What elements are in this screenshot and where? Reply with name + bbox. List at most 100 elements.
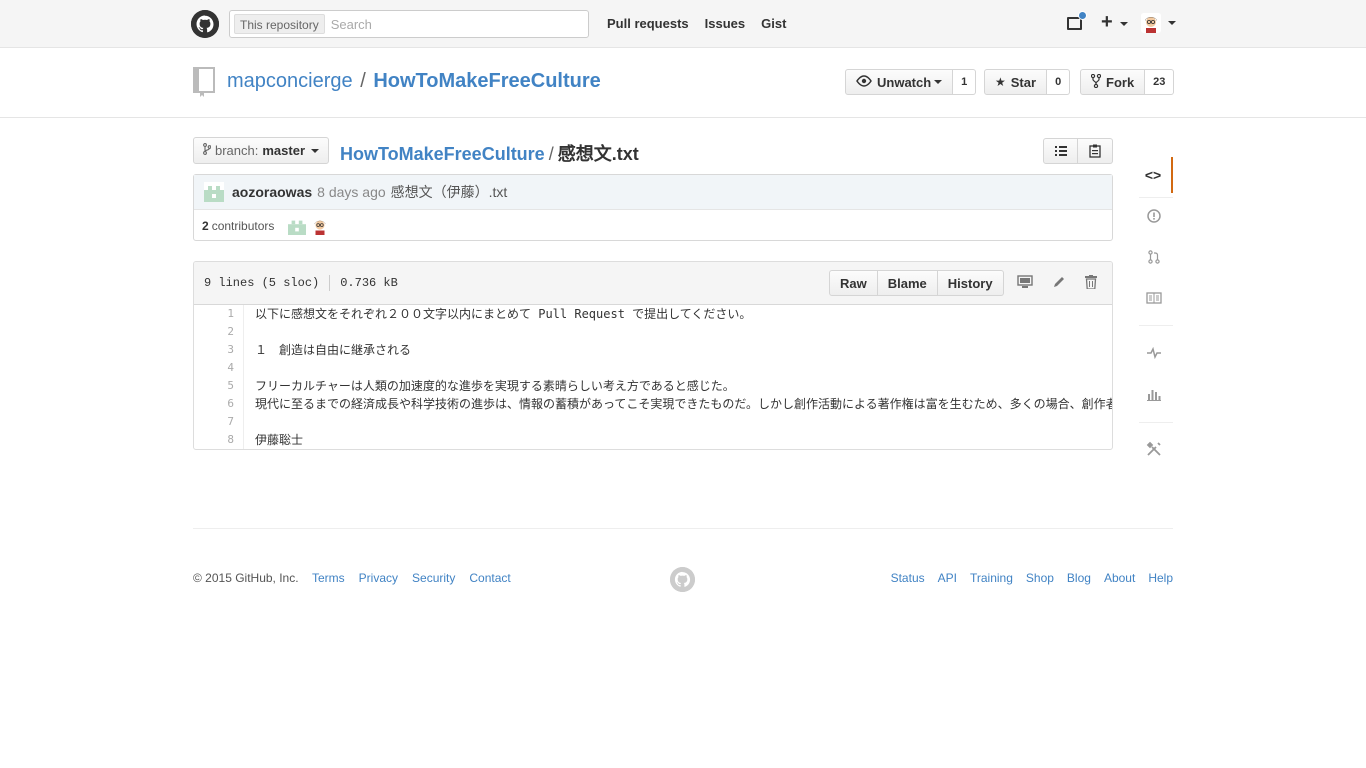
nav-pull-requests[interactable]: Pull requests	[607, 16, 689, 31]
latest-commit: aozoraowas 8 days ago 感想文（伊藤）.txt	[194, 175, 1112, 210]
history-button[interactable]: History	[937, 270, 1004, 296]
site-header: This repository Pull requests Issues Gis…	[0, 0, 1366, 48]
github-logo-icon[interactable]	[191, 10, 219, 38]
footer-link-training[interactable]: Training	[970, 571, 1013, 585]
footer-links-left: Terms Privacy Security Contact	[312, 571, 511, 585]
file-info: 9 lines (5 sloc) 0.736 kB	[204, 275, 398, 291]
clipboard-icon[interactable]	[1078, 138, 1113, 164]
footer-link-blog[interactable]: Blog	[1067, 571, 1091, 585]
avatar[interactable]	[288, 216, 307, 235]
line-number[interactable]: 4	[194, 359, 234, 377]
file-size: 0.736 kB	[340, 276, 398, 290]
line-text: 以下に感想文をそれぞれ２００文字以内にまとめて Pull Request で提出…	[255, 307, 752, 321]
contributors-label[interactable]: contributors	[212, 219, 275, 233]
file-lines-info: 9 lines (5 sloc)	[204, 276, 320, 290]
plus-icon: +	[1101, 11, 1113, 33]
breadcrumb-root-link[interactable]: HowToMakeFreeCulture	[340, 144, 545, 164]
divider	[1139, 422, 1173, 423]
unwatch-button[interactable]: Unwatch	[845, 69, 954, 95]
pulse-icon[interactable]	[1135, 335, 1173, 371]
blame-button[interactable]: Blame	[877, 270, 938, 296]
trash-icon[interactable]	[1085, 275, 1097, 293]
commit-message-link[interactable]: 感想文（伊藤）.txt	[391, 182, 508, 202]
repo-owner-link[interactable]: mapconcierge	[227, 70, 353, 92]
file-nav-buttons	[1043, 138, 1113, 164]
create-new-button[interactable]: +	[1101, 11, 1128, 34]
contributor-avatars	[288, 216, 330, 235]
search-scope-label: This repository	[234, 14, 325, 34]
repo-header: mapconcierge / HowToMakeFreeCulture Unwa…	[0, 48, 1366, 118]
line-text: フリーカルチャーは人類の加速度的な進歩を実現する素晴らしい考え方であると感じた。	[255, 379, 735, 393]
branch-prefix: branch:	[215, 143, 259, 158]
line-number[interactable]: 5	[194, 377, 234, 395]
line-text: 現代に至るまでの経済成長や科学技術の進歩は、情報の蓄積があってこそ実現できたもの…	[255, 397, 1113, 411]
line-number[interactable]: 2	[194, 323, 234, 341]
footer-link-help[interactable]: Help	[1148, 571, 1173, 585]
settings-icon[interactable]	[1135, 431, 1173, 467]
footer-link-api[interactable]: API	[938, 571, 957, 585]
pull-request-icon[interactable]	[1135, 239, 1173, 275]
star-button[interactable]: ★ Star	[984, 69, 1048, 95]
divider	[1139, 325, 1173, 326]
divider	[329, 275, 331, 291]
line-number[interactable]: 7	[194, 413, 234, 431]
desktop-icon[interactable]	[1017, 275, 1033, 293]
line-number[interactable]: 3	[194, 341, 234, 359]
line-text: １ 創造は自由に継承される	[255, 343, 412, 357]
raw-button[interactable]: Raw	[829, 270, 878, 296]
star-count[interactable]: 0	[1047, 69, 1071, 95]
footer-link-contact[interactable]: Contact	[469, 571, 510, 585]
branch-selector[interactable]: branch: master	[193, 137, 330, 164]
chevron-down-icon	[1168, 21, 1176, 25]
graphs-icon[interactable]	[1135, 376, 1173, 412]
list-icon[interactable]	[1043, 138, 1078, 164]
nav-gist[interactable]: Gist	[761, 16, 786, 31]
avatar[interactable]	[311, 216, 330, 235]
file-header: 9 lines (5 sloc) 0.736 kB Raw Blame Hist…	[194, 262, 1112, 305]
unwatch-label: Unwatch	[877, 74, 932, 90]
code-icon[interactable]: <>	[1135, 157, 1173, 193]
chevron-down-icon	[1120, 22, 1128, 26]
footer-link-about[interactable]: About	[1104, 571, 1135, 585]
contributors-count: 2	[202, 218, 209, 233]
user-menu[interactable]	[1141, 13, 1176, 36]
pencil-icon[interactable]	[1052, 275, 1066, 293]
chevron-down-icon	[934, 80, 943, 84]
line-number[interactable]: 8	[194, 431, 234, 449]
file-viewer: 9 lines (5 sloc) 0.736 kB Raw Blame Hist…	[193, 261, 1113, 450]
footer-link-privacy[interactable]: Privacy	[359, 571, 398, 585]
nav-issues[interactable]: Issues	[705, 16, 745, 31]
fork-button[interactable]: Fork	[1080, 69, 1146, 95]
footer-links-right: Status API Training Shop Blog About Help	[891, 571, 1173, 585]
watch-group: Unwatch 1	[845, 69, 977, 95]
repo-title: mapconcierge / HowToMakeFreeCulture	[227, 70, 601, 93]
repo-sidebar: <>	[1135, 145, 1173, 485]
search-input[interactable]	[330, 16, 581, 32]
github-mark-icon[interactable]	[670, 567, 695, 592]
notification-dot	[1078, 11, 1087, 20]
commit-author-link[interactable]: aozoraowas	[232, 184, 312, 200]
repo-name-link[interactable]: HowToMakeFreeCulture	[373, 70, 600, 92]
watch-count[interactable]: 1	[953, 69, 977, 95]
repo-icon	[193, 67, 215, 97]
line-number[interactable]: 6	[194, 395, 234, 413]
issues-icon[interactable]	[1135, 198, 1173, 234]
footer-link-security[interactable]: Security	[412, 571, 455, 585]
footer-link-terms[interactable]: Terms	[312, 571, 345, 585]
top-nav: Pull requests Issues Gist	[607, 16, 786, 31]
chevron-down-icon	[311, 148, 320, 153]
fork-group: Fork 23	[1080, 69, 1175, 95]
line-number[interactable]: 1	[194, 305, 234, 323]
avatar[interactable]	[204, 182, 224, 202]
wiki-icon[interactable]	[1135, 280, 1173, 316]
contributors-row: 2 contributors	[194, 210, 1112, 241]
branch-name: master	[262, 143, 306, 158]
footer-link-status[interactable]: Status	[891, 571, 925, 585]
fork-count[interactable]: 23	[1145, 69, 1175, 95]
repo-title-separator: /	[360, 70, 366, 92]
footer-link-shop[interactable]: Shop	[1026, 571, 1054, 585]
breadcrumb: HowToMakeFreeCulture / 感想文.txt	[340, 140, 639, 166]
branch-icon	[203, 143, 212, 158]
fork-icon	[1090, 73, 1102, 91]
notifications-icon[interactable]	[1066, 11, 1087, 32]
